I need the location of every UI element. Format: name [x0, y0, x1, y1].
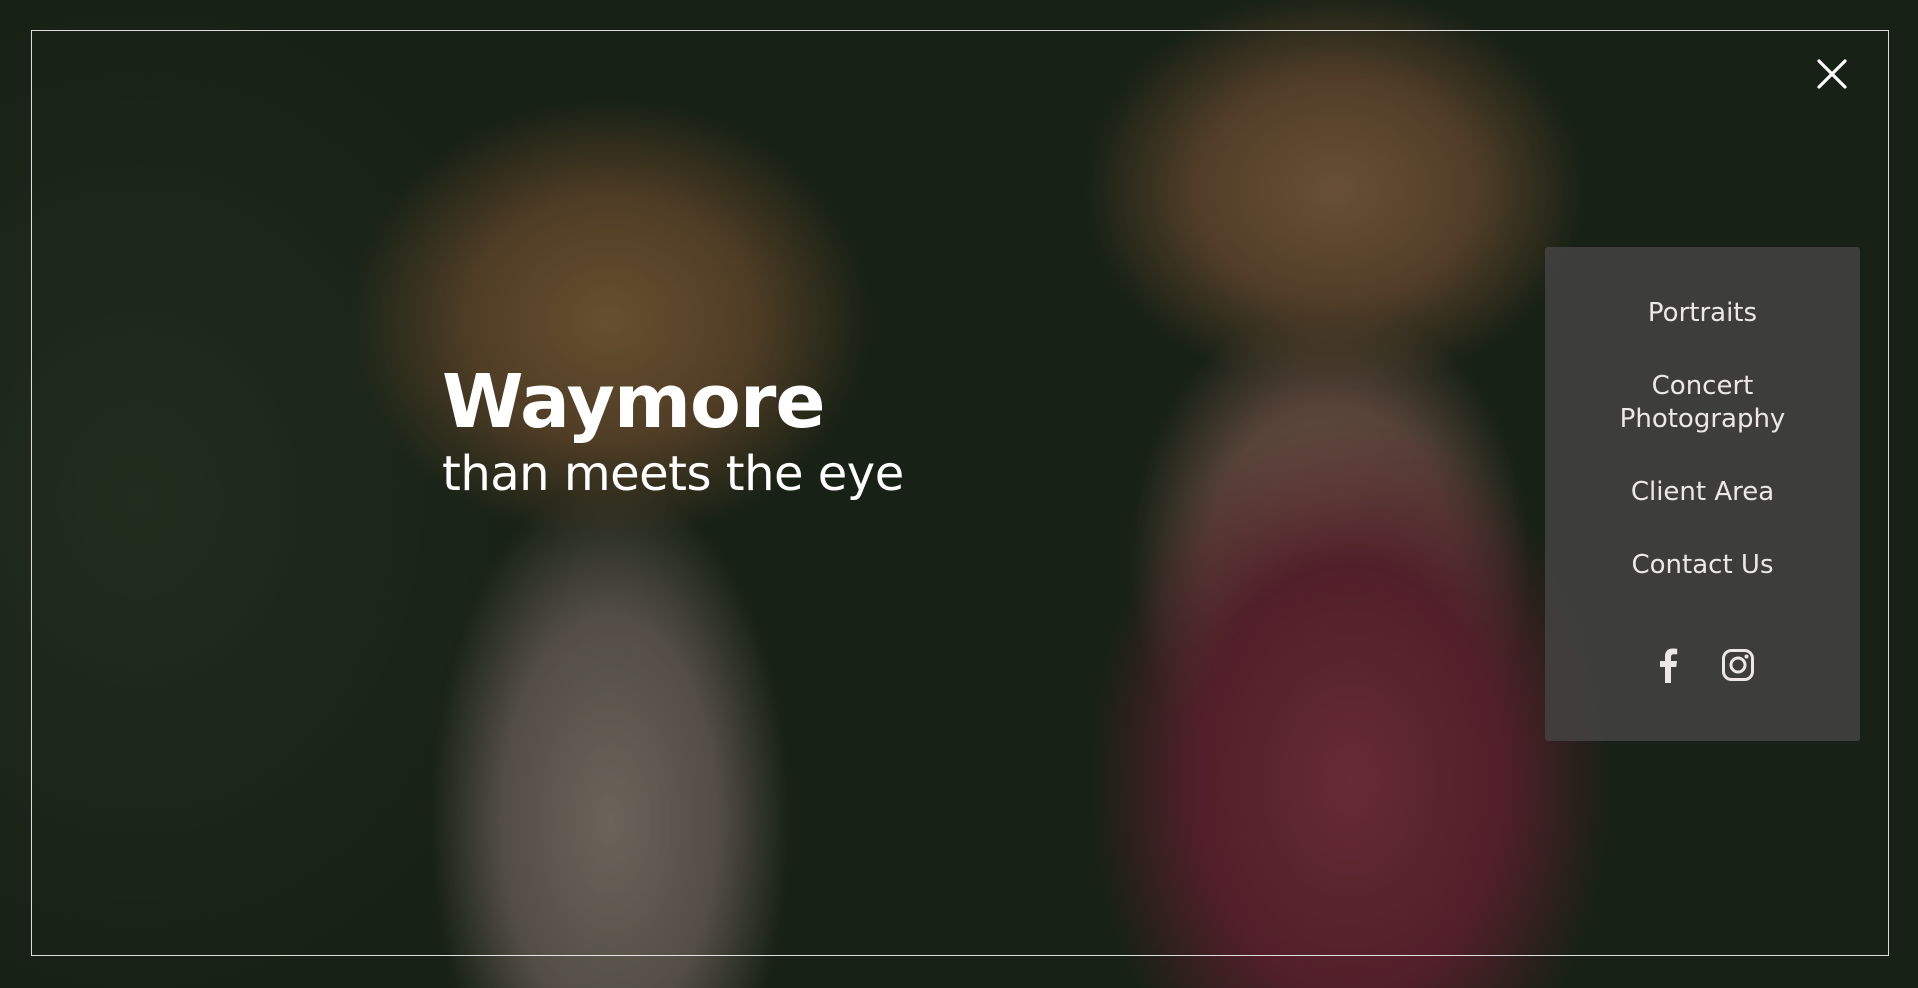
close-icon	[1817, 59, 1847, 89]
close-menu-button[interactable]	[1814, 56, 1850, 92]
site-tagline: than meets the eye	[442, 446, 904, 502]
facebook-link[interactable]	[1650, 647, 1686, 683]
instagram-link[interactable]	[1720, 647, 1756, 683]
menu-item-portraits[interactable]: Portraits	[1545, 297, 1860, 330]
hero-headline: Waymore than meets the eye	[442, 358, 904, 502]
menu-list: Portraits Concert Photography Client Are…	[1545, 297, 1860, 622]
menu-item-client-area[interactable]: Client Area	[1545, 476, 1860, 509]
social-links	[1545, 647, 1860, 683]
navigation-menu-panel: Portraits Concert Photography Client Are…	[1545, 247, 1860, 741]
instagram-icon	[1721, 649, 1754, 681]
facebook-icon	[1659, 648, 1677, 683]
menu-item-concert-photography[interactable]: Concert Photography	[1545, 370, 1860, 436]
site-title: Waymore	[442, 359, 826, 445]
menu-item-contact-us[interactable]: Contact Us	[1545, 549, 1860, 582]
